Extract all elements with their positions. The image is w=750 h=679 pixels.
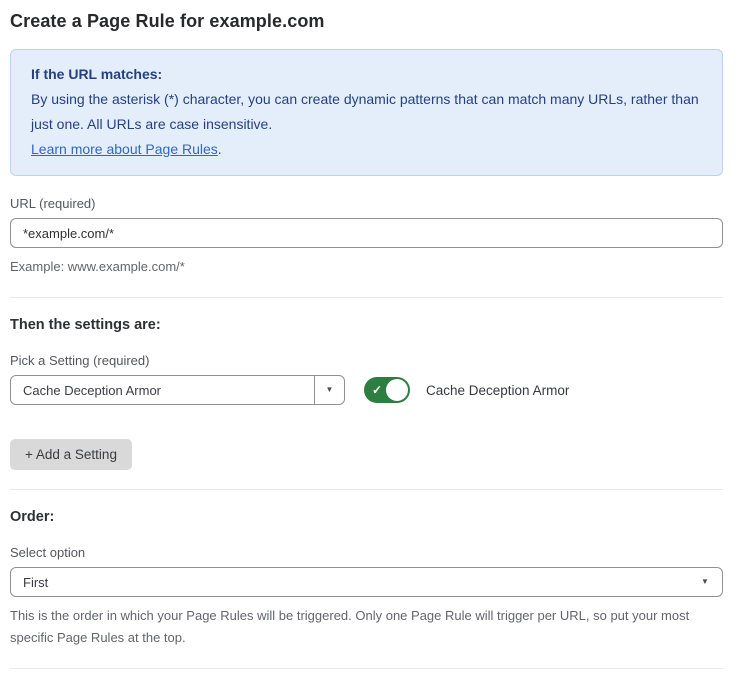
info-box-body: By using the asterisk (*) character, you… [31, 87, 702, 137]
info-box-link-line: Learn more about Page Rules. [31, 137, 702, 162]
toggle-knob [386, 379, 408, 401]
chevron-down-icon: ▼ [326, 386, 334, 394]
chevron-down-icon: ▼ [701, 578, 709, 586]
page-rule-form: Create a Page Rule for example.com If th… [10, 0, 723, 679]
order-select[interactable]: First ▼ [10, 567, 723, 597]
page-title: Create a Page Rule for example.com [10, 11, 723, 32]
pick-setting-label: Pick a Setting (required) [10, 353, 723, 368]
order-help-text: This is the order in which your Page Rul… [10, 605, 723, 649]
add-setting-button[interactable]: + Add a Setting [10, 439, 132, 470]
link-period: . [218, 141, 222, 157]
learn-more-link[interactable]: Learn more about Page Rules [31, 141, 218, 157]
cache-deception-armor-toggle[interactable]: ✓ [364, 377, 410, 403]
divider-3 [10, 668, 723, 669]
url-matches-info-box: If the URL matches: By using the asteris… [10, 49, 723, 176]
setting-select-value: Cache Deception Armor [11, 376, 314, 404]
toggle-label: Cache Deception Armor [426, 383, 569, 398]
order-section-heading: Order: [10, 509, 723, 525]
check-icon: ✓ [372, 384, 382, 396]
url-input[interactable] [10, 218, 723, 248]
setting-row: Cache Deception Armor ▼ ✓ Cache Deceptio… [10, 375, 723, 405]
setting-select[interactable]: Cache Deception Armor ▼ [10, 375, 345, 405]
order-select-label: Select option [10, 545, 723, 560]
order-select-value: First [11, 568, 688, 596]
info-box-heading: If the URL matches: [31, 62, 702, 87]
setting-select-arrow-button[interactable]: ▼ [314, 376, 344, 404]
order-select-arrow[interactable]: ▼ [688, 568, 722, 596]
settings-section-heading: Then the settings are: [10, 317, 723, 333]
url-field-label: URL (required) [10, 196, 723, 211]
divider-2 [10, 489, 723, 490]
divider-1 [10, 297, 723, 298]
url-field-help: Example: www.example.com/* [10, 256, 723, 278]
